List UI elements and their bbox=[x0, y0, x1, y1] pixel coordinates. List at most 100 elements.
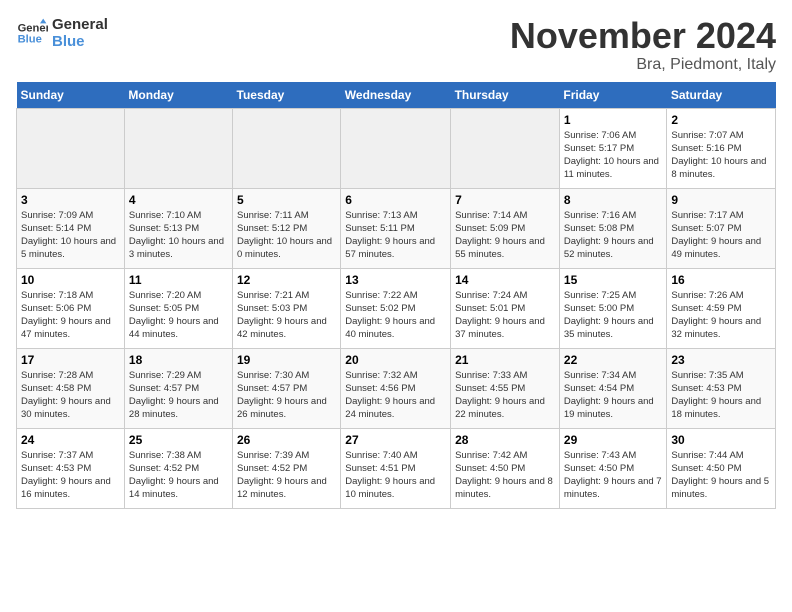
header: General Blue General Blue November 2024 … bbox=[16, 16, 776, 74]
day-info: Sunrise: 7:25 AM Sunset: 5:00 PM Dayligh… bbox=[564, 289, 662, 342]
calendar-cell: 7Sunrise: 7:14 AM Sunset: 5:09 PM Daylig… bbox=[451, 188, 560, 268]
logo-blue: Blue bbox=[52, 33, 108, 50]
day-info: Sunrise: 7:20 AM Sunset: 5:05 PM Dayligh… bbox=[129, 289, 228, 342]
calendar-cell: 15 Sunrise: 7:25 AM Sunset: 5:00 PM Dayli… bbox=[559, 268, 666, 348]
weekday-header-wednesday: Wednesday bbox=[341, 82, 451, 109]
calendar-cell: 28Sunrise: 7:42 AM Sunset: 4:50 PM Dayli… bbox=[451, 428, 560, 508]
day-info: Sunrise: 7:35 AM Sunset: 4:53 PM Dayligh… bbox=[671, 369, 771, 422]
calendar-cell: 9 Sunrise: 7:17 AM Sunset: 5:07 PM Daylig… bbox=[667, 188, 776, 268]
calendar-cell: 26Sunrise: 7:39 AM Sunset: 4:52 PM Dayli… bbox=[233, 428, 341, 508]
calendar-cell: 25 Sunrise: 7:38 AM Sunset: 4:52 PM Dayli… bbox=[124, 428, 232, 508]
calendar-cell: 12Sunrise: 7:21 AM Sunset: 5:03 PM Dayli… bbox=[233, 268, 341, 348]
day-number: 2 bbox=[671, 113, 771, 127]
day-number: 27 bbox=[345, 433, 446, 447]
location: Bra, Piedmont, Italy bbox=[510, 56, 776, 74]
calendar-cell: 24 Sunrise: 7:37 AM Sunset: 4:53 PM Dayli… bbox=[17, 428, 125, 508]
day-number: 14 bbox=[455, 273, 555, 287]
day-number: 5 bbox=[237, 193, 336, 207]
calendar-cell bbox=[124, 108, 232, 188]
weekday-header-friday: Friday bbox=[559, 82, 666, 109]
day-info: Sunrise: 7:06 AM Sunset: 5:17 PM Dayligh… bbox=[564, 129, 662, 182]
day-info: Sunrise: 7:24 AM Sunset: 5:01 PM Dayligh… bbox=[455, 289, 555, 342]
day-info: Sunrise: 7:34 AM Sunset: 4:54 PM Dayligh… bbox=[564, 369, 662, 422]
calendar-cell bbox=[233, 108, 341, 188]
logo: General Blue General Blue bbox=[16, 16, 108, 50]
day-number: 26 bbox=[237, 433, 336, 447]
calendar-cell: 13 Sunrise: 7:22 AM Sunset: 5:02 PM Dayli… bbox=[341, 268, 451, 348]
calendar-cell: 10 Sunrise: 7:18 AM Sunset: 5:06 PM Dayli… bbox=[17, 268, 125, 348]
day-info: Sunrise: 7:07 AM Sunset: 5:16 PM Dayligh… bbox=[671, 129, 771, 182]
day-number: 17 bbox=[21, 353, 120, 367]
day-number: 9 bbox=[671, 193, 771, 207]
day-number: 21 bbox=[455, 353, 555, 367]
day-info: Sunrise: 7:32 AM Sunset: 4:56 PM Dayligh… bbox=[345, 369, 446, 422]
weekday-header-tuesday: Tuesday bbox=[233, 82, 341, 109]
title-area: November 2024 Bra, Piedmont, Italy bbox=[510, 16, 776, 74]
day-number: 7 bbox=[455, 193, 555, 207]
calendar-cell: 1 Sunrise: 7:06 AM Sunset: 5:17 PM Daylig… bbox=[559, 108, 666, 188]
calendar-cell: 18 Sunrise: 7:29 AM Sunset: 4:57 PM Dayli… bbox=[124, 348, 232, 428]
day-info: Sunrise: 7:28 AM Sunset: 4:58 PM Dayligh… bbox=[21, 369, 120, 422]
svg-text:Blue: Blue bbox=[18, 34, 42, 46]
day-info: Sunrise: 7:17 AM Sunset: 5:07 PM Dayligh… bbox=[671, 209, 771, 262]
calendar-cell: 19Sunrise: 7:30 AM Sunset: 4:57 PM Dayli… bbox=[233, 348, 341, 428]
day-info: Sunrise: 7:40 AM Sunset: 4:51 PM Dayligh… bbox=[345, 449, 446, 502]
day-info: Sunrise: 7:18 AM Sunset: 5:06 PM Dayligh… bbox=[21, 289, 120, 342]
calendar-cell: 30 Sunrise: 7:44 AM Sunset: 4:50 PM Dayli… bbox=[667, 428, 776, 508]
calendar-cell: 6 Sunrise: 7:13 AM Sunset: 5:11 PM Daylig… bbox=[341, 188, 451, 268]
day-info: Sunrise: 7:26 AM Sunset: 4:59 PM Dayligh… bbox=[671, 289, 771, 342]
day-number: 23 bbox=[671, 353, 771, 367]
day-number: 3 bbox=[21, 193, 120, 207]
day-number: 10 bbox=[21, 273, 120, 287]
weekday-header-saturday: Saturday bbox=[667, 82, 776, 109]
weekday-header-sunday: Sunday bbox=[17, 82, 125, 109]
svg-text:General: General bbox=[18, 22, 48, 34]
day-number: 8 bbox=[564, 193, 662, 207]
day-info: Sunrise: 7:44 AM Sunset: 4:50 PM Dayligh… bbox=[671, 449, 771, 502]
day-info: Sunrise: 7:38 AM Sunset: 4:52 PM Dayligh… bbox=[129, 449, 228, 502]
day-number: 1 bbox=[564, 113, 662, 127]
day-number: 15 bbox=[564, 273, 662, 287]
day-number: 25 bbox=[129, 433, 228, 447]
calendar-cell: 11 Sunrise: 7:20 AM Sunset: 5:05 PM Dayli… bbox=[124, 268, 232, 348]
day-number: 6 bbox=[345, 193, 446, 207]
weekday-header-row: SundayMondayTuesdayWednesdayThursdayFrid… bbox=[17, 82, 776, 109]
day-info: Sunrise: 7:21 AM Sunset: 5:03 PM Dayligh… bbox=[237, 289, 336, 342]
calendar-cell bbox=[341, 108, 451, 188]
day-number: 22 bbox=[564, 353, 662, 367]
day-number: 24 bbox=[21, 433, 120, 447]
day-info: Sunrise: 7:22 AM Sunset: 5:02 PM Dayligh… bbox=[345, 289, 446, 342]
day-info: Sunrise: 7:10 AM Sunset: 5:13 PM Dayligh… bbox=[129, 209, 228, 262]
calendar-cell: 16 Sunrise: 7:26 AM Sunset: 4:59 PM Dayli… bbox=[667, 268, 776, 348]
calendar-cell: 3 Sunrise: 7:09 AM Sunset: 5:14 PM Daylig… bbox=[17, 188, 125, 268]
day-number: 13 bbox=[345, 273, 446, 287]
day-number: 18 bbox=[129, 353, 228, 367]
calendar-cell: 2 Sunrise: 7:07 AM Sunset: 5:16 PM Daylig… bbox=[667, 108, 776, 188]
calendar-cell bbox=[17, 108, 125, 188]
calendar-table: SundayMondayTuesdayWednesdayThursdayFrid… bbox=[16, 82, 776, 509]
calendar-cell: 27 Sunrise: 7:40 AM Sunset: 4:51 PM Dayli… bbox=[341, 428, 451, 508]
day-info: Sunrise: 7:37 AM Sunset: 4:53 PM Dayligh… bbox=[21, 449, 120, 502]
day-info: Sunrise: 7:30 AM Sunset: 4:57 PM Dayligh… bbox=[237, 369, 336, 422]
day-info: Sunrise: 7:09 AM Sunset: 5:14 PM Dayligh… bbox=[21, 209, 120, 262]
calendar-cell: 5 Sunrise: 7:11 AM Sunset: 5:12 PM Daylig… bbox=[233, 188, 341, 268]
weekday-header-thursday: Thursday bbox=[451, 82, 560, 109]
logo-general: General bbox=[52, 16, 108, 33]
calendar-cell: 14 Sunrise: 7:24 AM Sunset: 5:01 PM Dayli… bbox=[451, 268, 560, 348]
day-number: 29 bbox=[564, 433, 662, 447]
calendar-cell: 17 Sunrise: 7:28 AM Sunset: 4:58 PM Dayli… bbox=[17, 348, 125, 428]
calendar-cell: 21 Sunrise: 7:33 AM Sunset: 4:55 PM Dayli… bbox=[451, 348, 560, 428]
day-number: 28 bbox=[455, 433, 555, 447]
day-info: Sunrise: 7:29 AM Sunset: 4:57 PM Dayligh… bbox=[129, 369, 228, 422]
day-number: 16 bbox=[671, 273, 771, 287]
day-info: Sunrise: 7:11 AM Sunset: 5:12 PM Dayligh… bbox=[237, 209, 336, 262]
day-info: Sunrise: 7:33 AM Sunset: 4:55 PM Dayligh… bbox=[455, 369, 555, 422]
week-row-2: 3 Sunrise: 7:09 AM Sunset: 5:14 PM Daylig… bbox=[17, 188, 776, 268]
calendar-cell: 23 Sunrise: 7:35 AM Sunset: 4:53 PM Dayli… bbox=[667, 348, 776, 428]
day-number: 30 bbox=[671, 433, 771, 447]
month-title: November 2024 bbox=[510, 16, 776, 56]
day-info: Sunrise: 7:13 AM Sunset: 5:11 PM Dayligh… bbox=[345, 209, 446, 262]
day-number: 11 bbox=[129, 273, 228, 287]
calendar-cell: 4Sunrise: 7:10 AM Sunset: 5:13 PM Daylig… bbox=[124, 188, 232, 268]
weekday-header-monday: Monday bbox=[124, 82, 232, 109]
